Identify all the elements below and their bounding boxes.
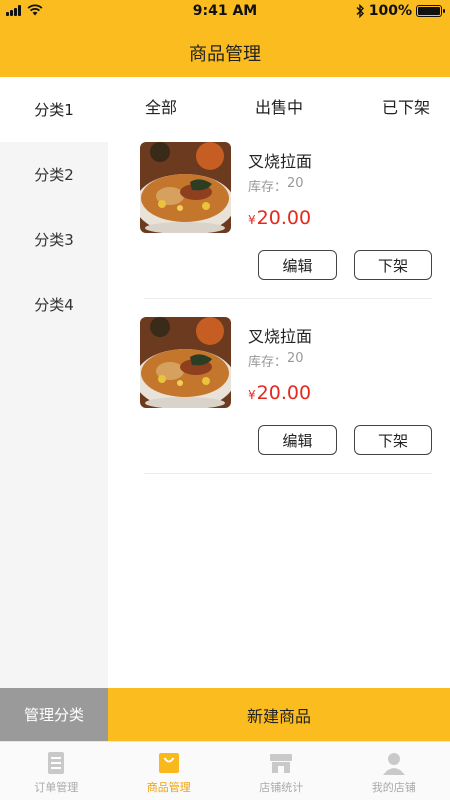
product-stock: 库存： 20 bbox=[248, 351, 304, 370]
product-stock: 库存： 20 bbox=[248, 176, 304, 195]
take-off-shelf-button[interactable]: 下架 bbox=[354, 250, 432, 280]
product-image[interactable] bbox=[140, 317, 231, 408]
bag-icon bbox=[158, 753, 179, 773]
category-label: 分类3 bbox=[34, 231, 74, 249]
filter-tabs: 全部 出售中 已下架 bbox=[108, 77, 450, 131]
battery-percent: 100% bbox=[368, 3, 412, 19]
tabbar-label: 店铺统计 bbox=[259, 781, 304, 794]
edit-button[interactable]: 编辑 bbox=[258, 250, 337, 280]
product-name: 叉烧拉面 bbox=[248, 327, 313, 346]
product-image[interactable] bbox=[140, 142, 231, 233]
take-off-shelf-button[interactable]: 下架 bbox=[354, 425, 432, 455]
product-name: 叉烧拉面 bbox=[248, 152, 313, 171]
header: 9:41 AM 100% 商品管理 bbox=[0, 0, 450, 77]
price-value: 20.00 bbox=[256, 382, 312, 404]
sidebar-item-category-4[interactable]: 分类4 bbox=[0, 272, 108, 337]
store-icon bbox=[270, 754, 293, 773]
stock-label: 库存： bbox=[248, 355, 288, 370]
page-title: 商品管理 bbox=[189, 44, 261, 65]
divider bbox=[144, 473, 432, 474]
currency-symbol: ¥ bbox=[248, 213, 256, 227]
tabbar-label: 订单管理 bbox=[34, 781, 79, 794]
product-price: ¥ 20.00 bbox=[248, 382, 311, 404]
tabbar-item-orders[interactable]: 订单管理 bbox=[0, 742, 113, 800]
product-item: 叉烧拉面 库存： 20 ¥ 20.00 编辑 下架 bbox=[140, 142, 432, 317]
currency-symbol: ¥ bbox=[248, 388, 256, 402]
sidebar-item-category-3[interactable]: 分类3 bbox=[0, 207, 108, 272]
sidebar-item-category-2[interactable]: 分类2 bbox=[0, 142, 108, 207]
category-label: 分类4 bbox=[34, 296, 74, 314]
status-bar: 9:41 AM 100% bbox=[0, 0, 450, 24]
tabbar-item-my-store[interactable]: 我的店铺 bbox=[338, 742, 450, 800]
sidebar-item-category-1[interactable]: 分类1 bbox=[0, 77, 108, 142]
tabbar-label: 商品管理 bbox=[146, 781, 191, 794]
category-sidebar: 分类1 分类2 分类3 分类4 bbox=[0, 77, 108, 688]
edit-button[interactable]: 编辑 bbox=[258, 425, 337, 455]
product-price: ¥ 20.00 bbox=[248, 207, 311, 229]
tabbar-item-products[interactable]: 商品管理 bbox=[113, 742, 226, 800]
category-label: 分类1 bbox=[34, 101, 74, 119]
manage-categories-button[interactable]: 管理分类 bbox=[0, 688, 108, 741]
tab-all[interactable]: 全部 bbox=[145, 94, 177, 118]
category-label: 分类2 bbox=[34, 166, 74, 184]
tab-on-sale[interactable]: 出售中 bbox=[255, 94, 303, 118]
person-icon bbox=[382, 753, 405, 775]
tabbar-item-stats[interactable]: 店铺统计 bbox=[225, 742, 338, 800]
battery-icon bbox=[416, 5, 445, 17]
order-icon bbox=[48, 752, 65, 774]
stock-label: 库存： bbox=[248, 180, 288, 195]
stock-value: 20 bbox=[287, 351, 304, 366]
product-item: 叉烧拉面 库存： 20 ¥ 20.00 编辑 下架 bbox=[140, 317, 432, 492]
stock-value: 20 bbox=[287, 176, 304, 191]
tab-bar: 订单管理 商品管理 店铺统计 我的店铺 bbox=[0, 741, 450, 800]
divider bbox=[144, 298, 432, 299]
price-value: 20.00 bbox=[256, 207, 312, 229]
bluetooth-icon bbox=[356, 4, 364, 18]
new-product-button[interactable]: 新建商品 bbox=[108, 688, 450, 741]
tab-off-shelf[interactable]: 已下架 bbox=[382, 94, 430, 118]
tabbar-label: 我的店铺 bbox=[371, 781, 416, 794]
